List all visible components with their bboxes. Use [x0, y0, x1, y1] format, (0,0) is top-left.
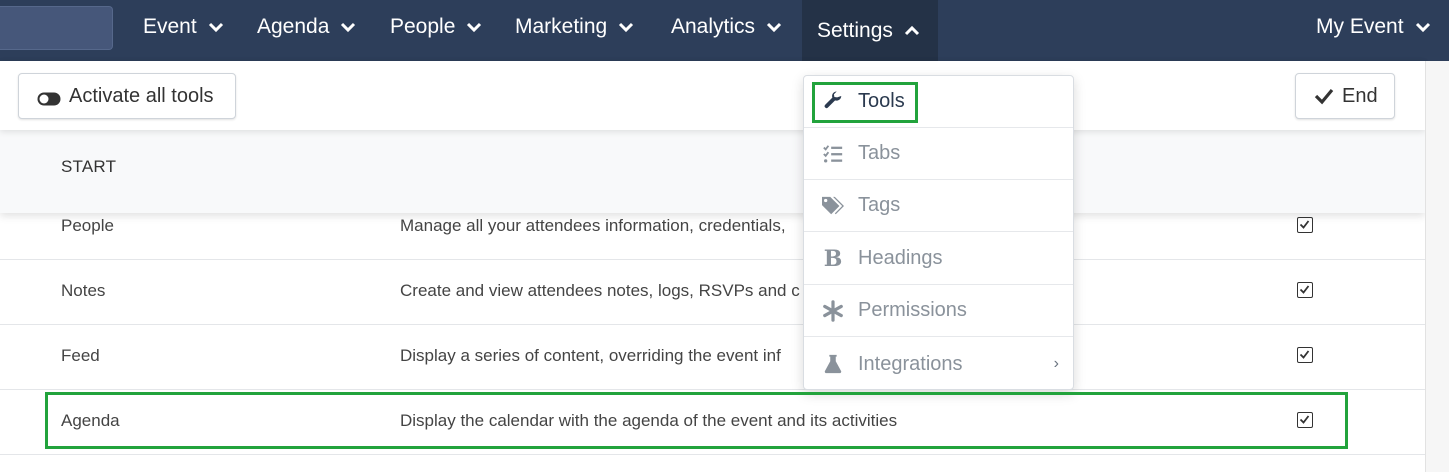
menu-item-tools[interactable]: Tools [804, 76, 1073, 128]
chevron-right-icon: › [1053, 355, 1059, 372]
tags-icon [820, 194, 846, 218]
tool-description: Display a series of content, overriding … [400, 346, 781, 365]
tool-enabled-checkbox[interactable] [1297, 217, 1313, 233]
nav-marketing-label: Marketing [515, 14, 608, 38]
brand-logo-area[interactable] [0, 6, 113, 50]
bold-icon: B [823, 245, 843, 272]
tool-description: Create and view attendees notes, logs, R… [400, 281, 800, 300]
toggle-icon [37, 89, 61, 106]
list-check-icon [820, 142, 846, 166]
menu-item-label: Headings [858, 247, 943, 269]
tool-name: Agenda [61, 411, 120, 430]
activate-all-tools-label: Activate all tools [69, 84, 214, 107]
menu-item-tags[interactable]: Tags [804, 180, 1073, 232]
nav-agenda-label: Agenda [257, 14, 330, 38]
menu-item-permissions[interactable]: Permissions [804, 285, 1073, 337]
check-icon [1314, 87, 1334, 105]
nav-marketing[interactable]: Marketing [515, 0, 635, 53]
tool-description: Manage all your attendees information, c… [400, 216, 786, 235]
table-row: Feed Display a series of content, overri… [0, 325, 1425, 390]
nav-people[interactable]: People [390, 0, 483, 53]
tool-description: Display the calendar with the agenda of … [400, 411, 898, 430]
chevron-down-icon [1414, 18, 1432, 36]
menu-item-label: Tabs [858, 142, 901, 164]
tool-enabled-checkbox[interactable] [1297, 412, 1313, 428]
menu-item-label: Tags [858, 194, 901, 216]
tool-name: Notes [61, 281, 106, 300]
nav-settings-label: Settings [817, 18, 893, 42]
tool-name: People [61, 216, 114, 235]
nav-account-menu[interactable]: My Event [1316, 0, 1432, 53]
tool-enabled-checkbox[interactable] [1297, 347, 1313, 363]
nav-people-label: People [390, 14, 456, 38]
chevron-down-icon [465, 18, 483, 36]
chevron-down-icon [207, 18, 225, 36]
nav-analytics[interactable]: Analytics [671, 0, 783, 53]
wrench-icon [820, 90, 846, 114]
nav-analytics-label: Analytics [671, 14, 756, 38]
flask-icon [820, 352, 846, 376]
chevron-up-icon [903, 22, 921, 40]
chevron-down-icon [617, 18, 635, 36]
activate-all-tools-button[interactable]: Activate all tools [18, 73, 236, 119]
settings-dropdown-menu: Tools Tabs Tags B Headings Permissions I… [803, 75, 1074, 390]
tools-panel: Activate all tools End START [0, 61, 1425, 213]
nav-event[interactable]: Event [143, 0, 225, 53]
menu-item-label: Integrations [858, 352, 963, 375]
top-navbar: Event Agenda People Marketing Analytics … [0, 0, 1449, 61]
tool-name: Feed [61, 346, 100, 365]
tool-enabled-checkbox[interactable] [1297, 282, 1313, 298]
asterisk-icon [820, 299, 846, 323]
menu-item-tabs[interactable]: Tabs [804, 128, 1073, 180]
end-button[interactable]: End [1295, 73, 1395, 119]
nav-agenda[interactable]: Agenda [257, 0, 357, 53]
table-row: People Manage all your attendees informa… [0, 195, 1425, 260]
table-row: Notes Create and view attendees notes, l… [0, 260, 1425, 325]
menu-item-integrations[interactable]: Integrations › [804, 338, 1073, 390]
table-row: Agenda Display the calendar with the age… [0, 390, 1425, 455]
end-label: End [1342, 84, 1378, 107]
menu-item-label: Tools [858, 90, 905, 112]
nav-event-label: Event [143, 14, 197, 38]
chevron-down-icon [765, 18, 783, 36]
nav-settings[interactable]: Settings [802, 0, 938, 61]
nav-account-label: My Event [1316, 14, 1404, 38]
tools-toolbar: Activate all tools End [0, 61, 1425, 130]
table-header-start: START [61, 157, 117, 176]
chevron-down-icon [339, 18, 357, 36]
scrollbar[interactable] [1425, 61, 1449, 472]
menu-item-label: Permissions [858, 299, 967, 321]
menu-item-headings[interactable]: B Headings [804, 233, 1073, 285]
